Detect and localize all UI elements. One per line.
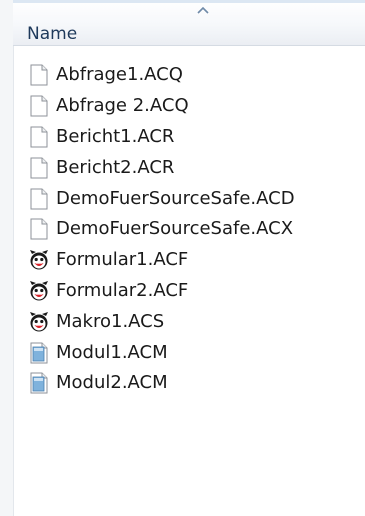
- file-name: Abfrage1.ACQ: [56, 64, 183, 86]
- generic-file-icon: [30, 157, 48, 179]
- file-name: DemoFuerSourceSafe.ACX: [56, 218, 294, 240]
- sort-ascending-icon: [197, 6, 209, 14]
- file-explorer-pane: Name Abfrage1.ACQ Abfrage 2.ACQ Bericht1…: [0, 0, 365, 516]
- face-icon: [30, 311, 48, 332]
- header-highlight: [13, 0, 365, 3]
- file-row[interactable]: Modul1.ACM: [29, 337, 295, 368]
- file-row[interactable]: Modul2.ACM: [29, 368, 295, 399]
- file-row[interactable]: DemoFuerSourceSafe.ACX: [29, 214, 295, 245]
- file-name: DemoFuerSourceSafe.ACD: [56, 187, 295, 209]
- file-name: Formular2.ACF: [56, 279, 189, 301]
- file-name: Makro1.ACS: [56, 310, 165, 332]
- file-row[interactable]: Formular2.ACF: [29, 276, 295, 307]
- file-row[interactable]: DemoFuerSourceSafe.ACD: [29, 183, 295, 214]
- module-file-icon: [30, 372, 48, 394]
- generic-file-icon: [30, 95, 48, 117]
- face-icon: [30, 250, 48, 270]
- file-name: Formular1.ACF: [56, 249, 189, 271]
- generic-file-icon: [30, 218, 48, 240]
- file-row[interactable]: Abfrage 2.ACQ: [29, 91, 295, 122]
- file-name: Modul2.ACM: [56, 372, 168, 394]
- file-name: Modul1.ACM: [56, 341, 168, 363]
- file-row[interactable]: Abfrage1.ACQ: [29, 60, 295, 91]
- face-icon: [30, 280, 48, 301]
- generic-file-icon: [30, 64, 48, 86]
- file-name: Abfrage 2.ACQ: [56, 95, 189, 117]
- file-list: Abfrage1.ACQ Abfrage 2.ACQ Bericht1.ACR …: [29, 60, 295, 399]
- generic-file-icon: [30, 126, 48, 148]
- file-row[interactable]: Bericht1.ACR: [29, 122, 295, 153]
- pane-left-edge: [0, 0, 14, 516]
- generic-file-icon: [30, 188, 48, 210]
- file-row[interactable]: Formular1.ACF: [29, 245, 295, 276]
- column-header-name[interactable]: Name: [27, 24, 77, 44]
- file-name: Bericht2.ACR: [56, 156, 175, 178]
- file-row[interactable]: Bericht2.ACR: [29, 152, 295, 183]
- module-file-icon: [30, 342, 48, 364]
- file-row[interactable]: Makro1.ACS: [29, 306, 295, 337]
- file-name: Bericht1.ACR: [56, 125, 175, 147]
